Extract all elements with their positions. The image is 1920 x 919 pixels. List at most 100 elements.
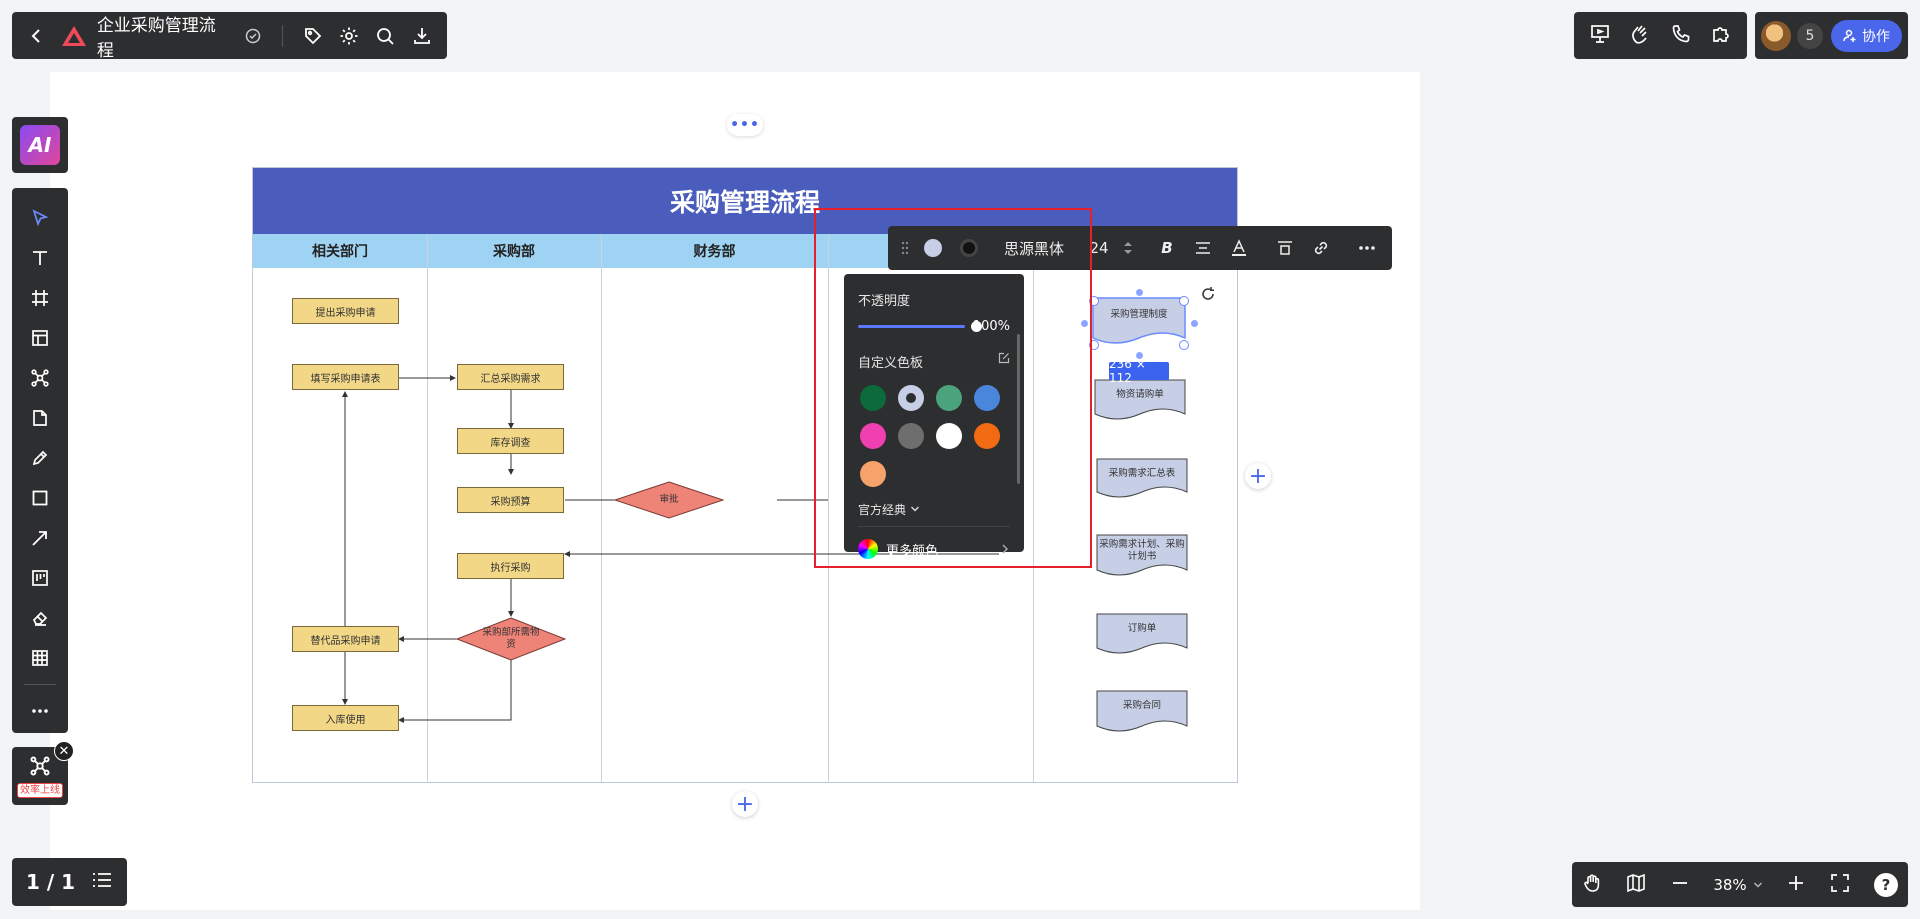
close-icon[interactable]: ✕	[54, 741, 74, 761]
top-left-toolbar: 企业采购管理流程	[12, 11, 447, 61]
divider	[282, 24, 284, 47]
text-format-toolbar: 思源黑体 24 B	[888, 226, 1392, 270]
collaborator-count-badge[interactable]: 5	[1797, 22, 1823, 49]
more-colors-button[interactable]: 更多颜色	[858, 535, 1010, 559]
more-options-icon[interactable]	[1350, 230, 1384, 266]
process-node[interactable]: 执行采购	[457, 553, 564, 579]
pen-tool-icon[interactable]	[20, 438, 60, 478]
top-right-toolbar	[1574, 12, 1747, 59]
resize-handle[interactable]	[1179, 296, 1189, 306]
process-node[interactable]: 填写采购申请表	[292, 364, 399, 390]
document-label: 采购需求汇总表	[1108, 468, 1176, 479]
connection-point[interactable]	[1081, 320, 1088, 327]
bold-button[interactable]: B	[1150, 230, 1184, 266]
plugin-puzzle-icon[interactable]	[1710, 23, 1732, 49]
classic-palette-dropdown[interactable]: 官方经典	[858, 501, 1010, 518]
custom-palette-label: 自定义色板	[858, 356, 924, 371]
document-title[interactable]: 企业采购管理流程	[97, 11, 226, 61]
process-node[interactable]: 库存调查	[457, 428, 564, 454]
text-align-icon[interactable]	[1186, 230, 1220, 266]
zoom-level-dropdown[interactable]: 38%	[1713, 876, 1762, 894]
collaborate-button[interactable]: 协作	[1831, 19, 1902, 52]
color-swatch[interactable]	[936, 385, 962, 411]
select-pointer-icon[interactable]	[20, 198, 60, 238]
table-tool-icon[interactable]	[20, 638, 60, 678]
text-color-icon[interactable]	[1222, 230, 1256, 266]
divider	[858, 526, 1010, 527]
chevron-down-icon	[910, 506, 919, 512]
connection-point[interactable]	[1191, 320, 1198, 327]
rotate-icon[interactable]	[1200, 286, 1216, 306]
fill-color-button[interactable]	[916, 230, 950, 266]
opacity-slider[interactable]	[858, 321, 982, 332]
fit-screen-icon[interactable]	[1830, 873, 1850, 897]
text-tool-icon[interactable]	[20, 238, 60, 278]
rectangle-shape-icon[interactable]	[20, 478, 60, 518]
process-node[interactable]: 提出采购申请	[292, 298, 399, 324]
phone-icon[interactable]	[1670, 23, 1692, 49]
color-swatch-grid	[860, 385, 1010, 487]
add-below-button[interactable]: +	[732, 791, 758, 817]
page-navigator: 1 / 1	[12, 858, 127, 906]
arrow-connector-icon[interactable]	[20, 518, 60, 558]
color-swatch[interactable]	[860, 423, 886, 449]
page-more-button[interactable]: •••	[727, 114, 763, 136]
drag-handle-icon[interactable]	[896, 230, 914, 266]
sticky-note-icon[interactable]	[20, 398, 60, 438]
download-icon[interactable]	[407, 20, 437, 52]
process-node[interactable]: 汇总采购需求	[457, 364, 564, 390]
search-icon[interactable]	[370, 20, 400, 52]
ai-label: AI	[20, 125, 60, 165]
color-swatch[interactable]	[860, 461, 886, 487]
page-indicator[interactable]: 1 / 1	[26, 870, 75, 894]
font-size-input[interactable]: 24	[1082, 230, 1116, 266]
frame-tool-icon[interactable]	[20, 278, 60, 318]
user-avatar[interactable]	[1761, 20, 1791, 51]
popover-scrollbar[interactable]	[1017, 334, 1020, 484]
presentation-icon[interactable]	[1589, 23, 1611, 49]
add-user-icon	[1843, 29, 1856, 42]
left-toolbar	[12, 188, 68, 733]
process-node[interactable]: 采购预算	[457, 487, 564, 513]
help-icon[interactable]: ?	[1873, 872, 1898, 897]
ai-assistant-button[interactable]: AI	[12, 117, 68, 173]
font-size-stepper-icon[interactable]	[1118, 230, 1138, 266]
zoom-level-value: 38%	[1713, 875, 1747, 894]
font-family-dropdown[interactable]: 思源黑体	[998, 230, 1070, 266]
position-align-icon[interactable]	[1268, 230, 1302, 266]
resize-handle[interactable]	[1089, 296, 1099, 306]
kanban-board-icon[interactable]	[20, 558, 60, 598]
connection-point[interactable]	[1136, 289, 1143, 296]
resize-handle[interactable]	[1089, 340, 1099, 350]
link-icon[interactable]	[1304, 230, 1338, 266]
resize-handle[interactable]	[1179, 340, 1189, 350]
back-icon[interactable]	[22, 20, 52, 52]
opacity-slider-knob[interactable]	[971, 321, 982, 332]
more-tools-icon[interactable]	[20, 691, 60, 731]
classic-palette-label: 官方经典	[858, 503, 907, 517]
border-color-button[interactable]	[952, 230, 986, 266]
zoom-in-icon[interactable]	[1787, 874, 1805, 896]
minimap-icon[interactable]	[1626, 873, 1646, 897]
color-picker-popover: 不透明度 100% 自定义色板 官方经典 更多颜色	[844, 274, 1024, 559]
color-swatch[interactable]	[898, 385, 924, 411]
wave-hand-icon[interactable]	[1629, 23, 1651, 49]
settings-gear-icon[interactable]	[334, 20, 364, 52]
zoom-out-icon[interactable]	[1671, 874, 1689, 896]
process-node[interactable]: 替代品采购申请	[292, 626, 399, 652]
mindmap-tool-icon[interactable]	[20, 358, 60, 398]
color-swatch[interactable]	[936, 423, 962, 449]
fill-color-swatch	[924, 239, 942, 257]
color-swatch[interactable]	[898, 423, 924, 449]
template-layout-icon[interactable]	[20, 318, 60, 358]
process-node[interactable]: 入库使用	[292, 705, 399, 731]
page-list-icon[interactable]	[91, 870, 113, 895]
edit-palette-icon[interactable]	[998, 352, 1010, 371]
add-right-button[interactable]: +	[1245, 463, 1271, 489]
color-swatch[interactable]	[974, 385, 1000, 411]
tag-icon[interactable]	[297, 20, 327, 52]
color-swatch[interactable]	[974, 423, 1000, 449]
eraser-icon[interactable]	[20, 598, 60, 638]
hand-pan-icon[interactable]	[1582, 873, 1602, 897]
color-swatch[interactable]	[860, 385, 886, 411]
